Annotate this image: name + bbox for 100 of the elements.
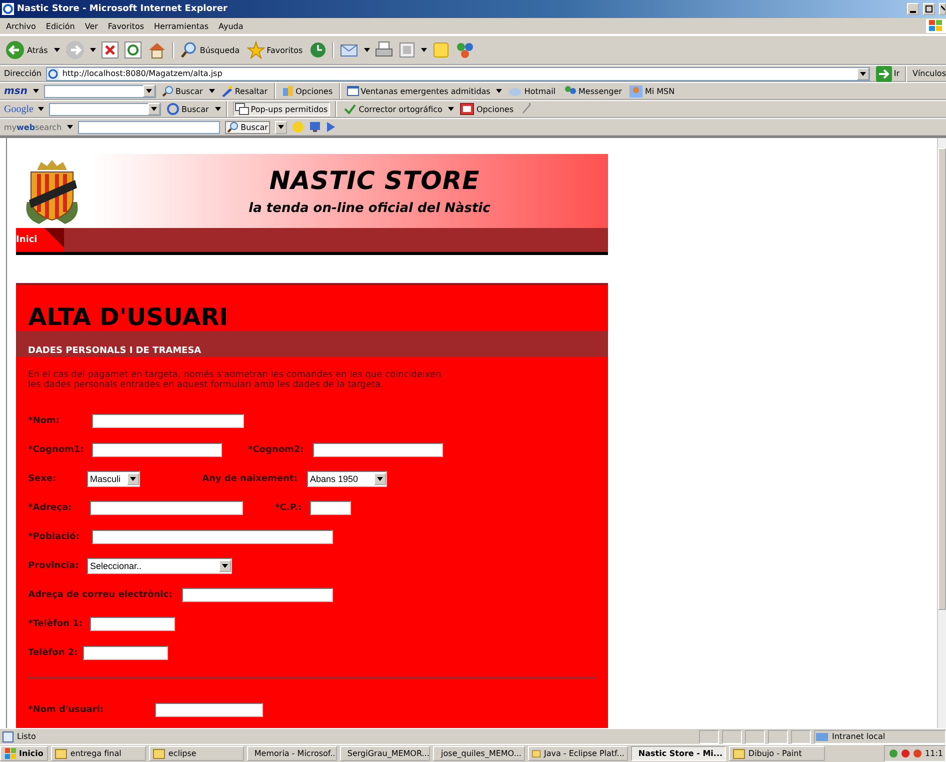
hotmail-button[interactable]: Hotmail xyxy=(507,85,557,97)
caret-icon[interactable] xyxy=(420,48,427,52)
taskbar-button[interactable]: Dibujo - Paint xyxy=(729,746,826,761)
caret-icon[interactable] xyxy=(32,89,38,93)
address-label: Dirección xyxy=(4,69,42,78)
close-button[interactable] xyxy=(939,3,946,15)
highlight-button[interactable]: Resaltar xyxy=(220,85,269,97)
address-field[interactable]: http://localhost:8080/Magatzem/alta.jsp xyxy=(46,66,870,80)
cursor-icon[interactable] xyxy=(326,121,336,133)
restore-button[interactable] xyxy=(923,3,935,15)
select-field[interactable]: Masculi xyxy=(87,470,140,486)
select-field[interactable]: Abans 1950 xyxy=(307,470,387,486)
taskbar-button[interactable]: Nastic Store - Mi... xyxy=(631,746,726,761)
check-icon xyxy=(342,103,357,115)
caret-icon[interactable] xyxy=(66,125,73,129)
dropdown-button[interactable] xyxy=(374,472,386,484)
print-icon[interactable] xyxy=(374,41,393,59)
form-note: En el cas del pagamet en targeta, només s'admetran les comandes en les que coincideixen les dades personals entrades en aquest formulari amb les dades de la targeta. xyxy=(28,370,442,390)
taskbar-button[interactable]: entrega final xyxy=(51,746,146,761)
input-field[interactable] xyxy=(90,500,243,514)
taskbar-button[interactable]: Java - Eclipse Platf... xyxy=(528,746,628,761)
field-label: *Adreça: xyxy=(28,502,73,512)
dropdown-button[interactable] xyxy=(127,472,139,484)
input-field[interactable] xyxy=(155,702,263,716)
field-label: Telèfon 2: xyxy=(28,648,79,658)
taskbar-button[interactable]: Memoria - Microsof... xyxy=(247,746,338,761)
search-icon xyxy=(226,121,239,133)
caret-icon[interactable] xyxy=(496,89,502,93)
menu-item[interactable]: Favoritos xyxy=(108,22,144,30)
store-subtitle: la tenda on-line oficial del Nàstic xyxy=(248,201,490,216)
my-msn-button[interactable]: Mi MSN xyxy=(628,84,676,98)
caret-icon[interactable] xyxy=(364,48,370,52)
nav-tab[interactable]: Inici xyxy=(16,228,64,252)
input-field[interactable] xyxy=(310,500,351,514)
msn-options-button[interactable]: Opciones xyxy=(280,85,334,97)
messenger-button[interactable]: Messenger xyxy=(562,85,623,97)
go-button[interactable]: Ir xyxy=(874,66,900,82)
input-field[interactable] xyxy=(313,442,443,456)
popups-button[interactable]: Pop-ups permitidos xyxy=(232,102,330,116)
links-label[interactable]: Vínculos xyxy=(912,69,946,78)
caret-icon[interactable] xyxy=(38,107,44,111)
caret-icon[interactable] xyxy=(54,48,60,52)
stop-icon[interactable] xyxy=(100,41,119,59)
mywebsearch-button[interactable]: Buscar xyxy=(224,120,270,134)
mywebsearch-field[interactable] xyxy=(78,120,220,134)
refresh-icon[interactable] xyxy=(124,41,142,59)
menu-item[interactable]: Archivo xyxy=(6,22,36,30)
field-label: Sexe: xyxy=(28,474,58,484)
msn-search-button[interactable]: Buscar xyxy=(160,85,204,97)
select-field[interactable]: Seleccionar.. xyxy=(87,558,232,574)
msn-search-field[interactable] xyxy=(44,84,156,98)
select-value: Seleccionar.. xyxy=(90,560,142,570)
popups-allowed-button[interactable]: Ventanas emergentes admitidas xyxy=(346,85,492,97)
caret-icon[interactable] xyxy=(208,89,215,93)
google-search-field[interactable] xyxy=(49,102,162,116)
input-field[interactable] xyxy=(92,530,333,544)
screen-icon[interactable] xyxy=(308,121,321,133)
google-logo: Google xyxy=(4,104,34,114)
history-icon[interactable] xyxy=(308,41,327,59)
paperclip-icon[interactable] xyxy=(520,103,532,115)
search-icon xyxy=(180,41,198,59)
windows-icon xyxy=(234,103,249,115)
start-button[interactable]: Inicio xyxy=(0,746,48,761)
app-icon xyxy=(733,748,746,759)
menu-item[interactable]: Ayuda xyxy=(218,22,244,30)
dropdown-button[interactable] xyxy=(274,120,287,134)
field-label: *C.P.: xyxy=(275,502,303,512)
input-field[interactable] xyxy=(92,414,244,428)
input-field[interactable] xyxy=(83,646,168,660)
menu-item[interactable]: Ver xyxy=(84,22,98,30)
ring-icon xyxy=(167,103,180,115)
spell-check-button[interactable]: Corrector ortográfico xyxy=(342,103,444,115)
dropdown-button[interactable] xyxy=(856,68,869,80)
star-icon xyxy=(246,41,265,59)
people-icon[interactable] xyxy=(454,41,475,59)
favorites-button[interactable]: Favoritos xyxy=(246,41,304,59)
minimize-button[interactable] xyxy=(907,3,919,15)
input-field[interactable] xyxy=(92,442,222,456)
taskbar-button[interactable]: eclipse xyxy=(149,746,244,761)
caret-icon[interactable] xyxy=(90,48,96,52)
scrollbar[interactable] xyxy=(937,138,946,728)
taskbar-button[interactable]: SergiGrau_MEMOR... xyxy=(340,746,430,761)
dropdown-button[interactable] xyxy=(148,103,160,115)
caret-icon xyxy=(377,476,383,480)
menu-item[interactable]: Herramientas xyxy=(154,22,209,30)
google-search-button[interactable]: Buscar xyxy=(166,103,210,115)
caret-icon[interactable] xyxy=(214,107,221,111)
input-field[interactable] xyxy=(90,616,175,630)
home-icon[interactable] xyxy=(146,41,167,59)
edit-icon[interactable] xyxy=(398,41,416,59)
back-button[interactable]: Atrás xyxy=(4,40,49,60)
google-options-button[interactable]: Opciones xyxy=(459,103,515,115)
dropdown-button[interactable] xyxy=(142,85,154,97)
search-button[interactable]: Búsqueda xyxy=(178,41,241,59)
taskbar-button[interactable]: jose_quiles_MEMO... xyxy=(433,746,526,761)
caret-icon[interactable] xyxy=(448,107,454,111)
menu-item[interactable]: Edición xyxy=(46,22,75,30)
dropdown-button[interactable] xyxy=(219,560,231,572)
window-title: Nastic Store - Microsoft Internet Explorer xyxy=(17,4,228,14)
input-field[interactable] xyxy=(182,588,333,602)
